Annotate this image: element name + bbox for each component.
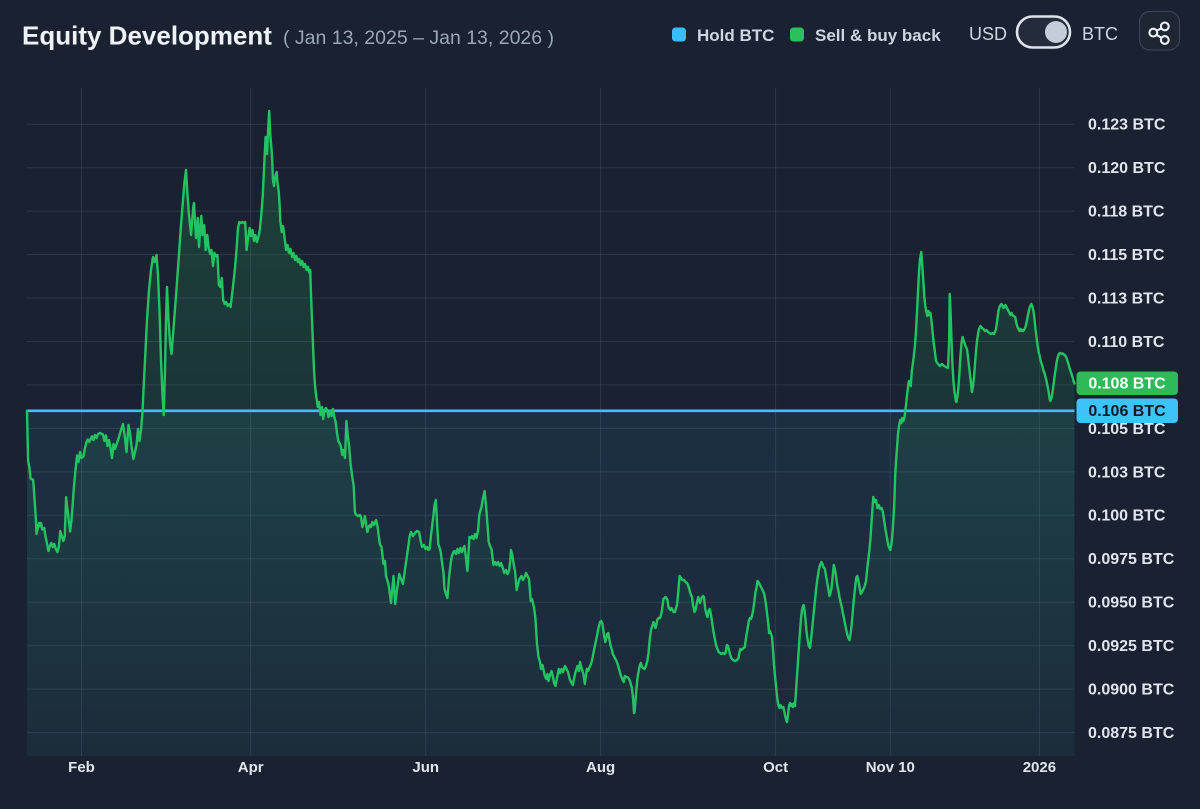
svg-text:Aug: Aug (586, 759, 615, 776)
svg-text:0.0900 BTC: 0.0900 BTC (1088, 682, 1175, 699)
svg-text:BTC: BTC (1082, 24, 1118, 44)
svg-text:USD: USD (969, 24, 1007, 44)
svg-text:0.123 BTC: 0.123 BTC (1088, 117, 1166, 134)
svg-text:0.110 BTC: 0.110 BTC (1088, 334, 1165, 351)
svg-text:Sell & buy back: Sell & buy back (815, 26, 941, 45)
svg-text:0.120 BTC: 0.120 BTC (1088, 160, 1166, 177)
svg-text:0.100 BTC: 0.100 BTC (1088, 508, 1166, 525)
svg-text:0.0925 BTC: 0.0925 BTC (1088, 638, 1175, 655)
svg-text:0.103 BTC: 0.103 BTC (1088, 464, 1166, 481)
svg-text:Apr: Apr (238, 759, 264, 776)
svg-text:0.108 BTC: 0.108 BTC (1088, 376, 1166, 393)
svg-text:0.105 BTC: 0.105 BTC (1088, 421, 1166, 438)
svg-text:Oct: Oct (763, 759, 788, 776)
svg-text:0.106 BTC: 0.106 BTC (1088, 403, 1166, 420)
svg-text:0.113 BTC: 0.113 BTC (1088, 291, 1165, 308)
svg-text:Equity Development: Equity Development (22, 21, 272, 51)
svg-text:2026: 2026 (1023, 759, 1056, 776)
svg-text:Feb: Feb (68, 759, 95, 776)
svg-text:Nov 10: Nov 10 (866, 759, 915, 776)
svg-text:0.115 BTC: 0.115 BTC (1088, 247, 1165, 264)
svg-text:Jun: Jun (412, 759, 439, 776)
svg-text:0.0975 BTC: 0.0975 BTC (1088, 551, 1175, 568)
svg-text:0.0875 BTC: 0.0875 BTC (1088, 725, 1175, 742)
svg-text:( Jan 13, 2025 – Jan 13, 2026: ( Jan 13, 2025 – Jan 13, 2026 ) (283, 27, 554, 49)
svg-text:Hold BTC: Hold BTC (697, 26, 774, 45)
svg-text:0.0950 BTC: 0.0950 BTC (1088, 595, 1175, 612)
svg-text:0.118 BTC: 0.118 BTC (1088, 204, 1165, 221)
